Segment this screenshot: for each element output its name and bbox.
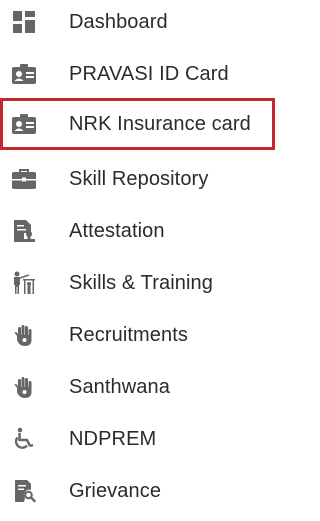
menu-item-skill-repository[interactable]: Skill Repository xyxy=(0,153,275,205)
menu-item-label: Santhwana xyxy=(69,375,170,398)
dashboard-icon xyxy=(11,9,37,35)
menu-item-label: NDPREM xyxy=(69,427,157,450)
hand-icon xyxy=(11,374,37,400)
menu-item-ndprem[interactable]: NDPREM xyxy=(0,413,275,465)
menu-item-label: Skills & Training xyxy=(69,271,213,294)
menu-item-grievance[interactable]: Grievance xyxy=(0,465,275,517)
menu-item-skills-training[interactable]: Skills & Training xyxy=(0,257,275,309)
id-card-icon xyxy=(11,111,37,137)
menu-item-attestation[interactable]: Attestation xyxy=(0,205,275,257)
menu-item-label: Recruitments xyxy=(69,323,189,346)
hand-icon xyxy=(11,322,37,348)
sidebar-menu: Dashboard PRAVASI ID Card NRK Insurance … xyxy=(0,0,275,521)
menu-item-label: Skill Repository xyxy=(69,167,209,190)
menu-item-label: NRK Insurance card xyxy=(69,112,251,135)
document-stamp-icon xyxy=(11,218,37,244)
menu-item-recruitments[interactable]: Recruitments xyxy=(0,309,275,361)
briefcase-icon xyxy=(11,166,37,192)
document-search-icon xyxy=(11,478,37,504)
training-icon xyxy=(11,270,37,296)
menu-item-label: Attestation xyxy=(69,219,165,242)
menu-item-nrk-insurance-card[interactable]: NRK Insurance card xyxy=(0,98,275,150)
wheelchair-icon xyxy=(11,426,37,452)
menu-item-label: Dashboard xyxy=(69,10,168,33)
menu-item-label: Grievance xyxy=(69,479,162,502)
menu-item-dashboard[interactable]: Dashboard xyxy=(0,0,275,48)
id-card-icon xyxy=(11,61,37,87)
menu-item-santhwana[interactable]: Santhwana xyxy=(0,361,275,413)
menu-item-pravasi-id-card[interactable]: PRAVASI ID Card xyxy=(0,48,275,100)
menu-item-label: PRAVASI ID Card xyxy=(69,62,229,85)
